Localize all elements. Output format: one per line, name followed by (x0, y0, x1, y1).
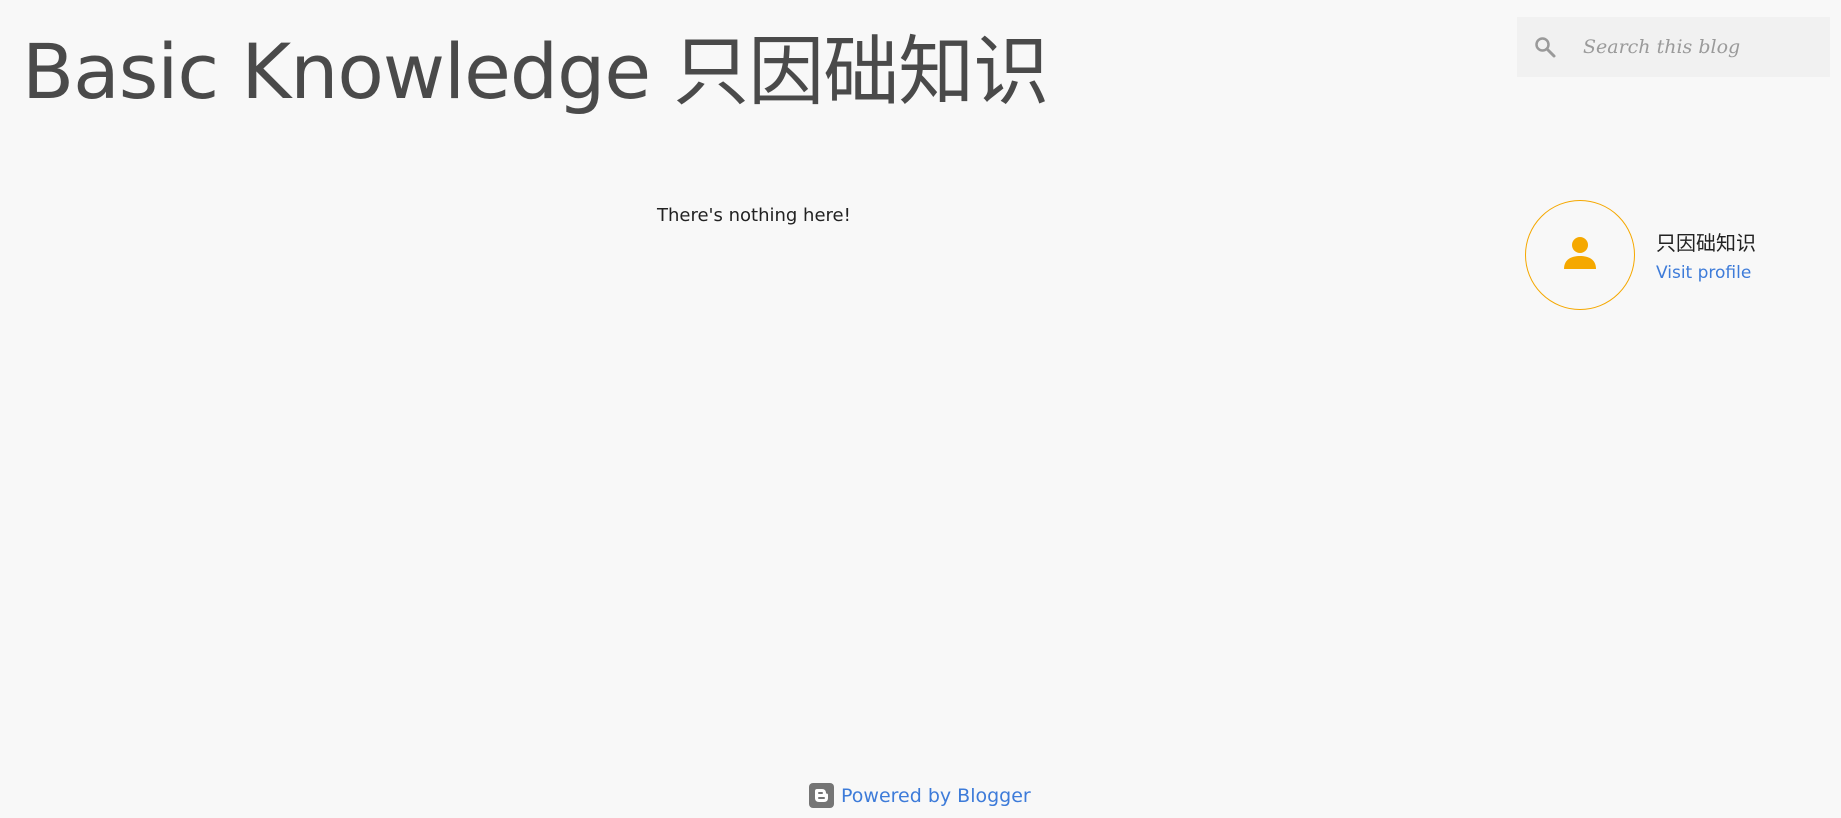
powered-by-blogger-link[interactable]: Powered by Blogger (809, 783, 1031, 808)
visit-profile-link[interactable]: Visit profile (1656, 263, 1756, 283)
avatar[interactable] (1525, 200, 1635, 310)
profile-info: 只因础知识 Visit profile (1656, 229, 1756, 283)
blog-title[interactable]: Basic Knowledge 只因础知识 (22, 22, 1049, 122)
profile-name: 只因础知识 (1656, 231, 1756, 255)
search-input[interactable] (1581, 26, 1825, 68)
powered-by-text: Powered by Blogger (841, 784, 1031, 807)
profile-widget: 只因础知识 Visit profile (1525, 200, 1756, 310)
person-icon (1562, 235, 1598, 275)
search-icon[interactable] (1531, 33, 1559, 61)
empty-posts-message: There's nothing here! (657, 205, 851, 226)
blogger-icon (809, 783, 834, 808)
blog-page: Basic Knowledge 只因础知识 There's nothing he… (0, 0, 1841, 818)
search-box (1517, 17, 1830, 77)
